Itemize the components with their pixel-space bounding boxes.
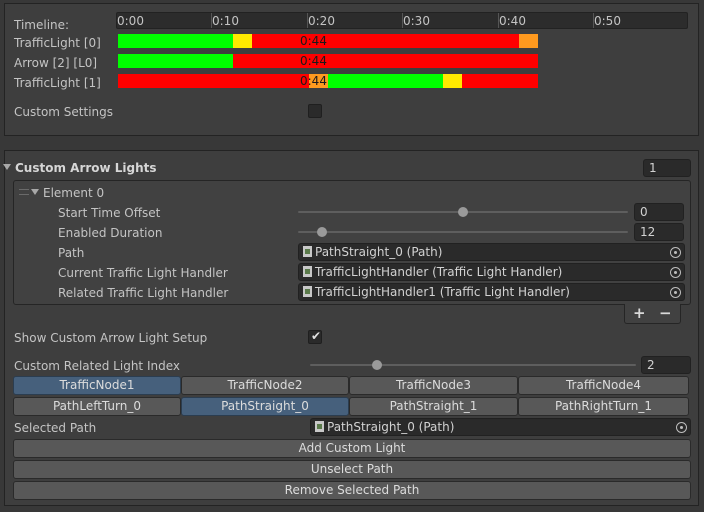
enabled-duration-slider-track[interactable]	[298, 231, 628, 233]
tick-divider	[402, 13, 403, 28]
object-picker-icon[interactable]	[670, 247, 681, 258]
track-bar-trafficlight-0[interactable]: 0:44	[118, 34, 538, 48]
drag-handle-icon[interactable]	[19, 189, 29, 195]
current-handler-label: Current Traffic Light Handler	[58, 266, 228, 280]
node-button-1[interactable]: TrafficNode1	[13, 376, 181, 395]
path-object-field[interactable]: PathStraight_0 (Path)	[298, 243, 685, 261]
related-handler-label: Related Traffic Light Handler	[58, 286, 229, 300]
add-element-icon[interactable]: +	[633, 305, 646, 321]
path-asset-icon	[315, 421, 324, 432]
path-button-straight-1[interactable]: PathStraight_1	[349, 397, 518, 416]
node-button-2[interactable]: TrafficNode2	[181, 376, 349, 395]
track-label-trafficlight-0: TrafficLight [0]	[14, 36, 101, 50]
green-segment	[118, 54, 233, 68]
related-handler-value: TrafficLightHandler1 (Traffic Light Hand…	[315, 285, 570, 299]
object-picker-icon[interactable]	[670, 267, 681, 278]
selected-path-label: Selected Path	[14, 421, 97, 435]
handler-asset-icon	[303, 266, 312, 277]
timeline-tick-1: 0:10	[212, 14, 239, 28]
yellow-segment	[233, 34, 252, 48]
show-setup-label: Show Custom Arrow Light Setup	[14, 331, 208, 345]
node-button-4[interactable]: TrafficNode4	[518, 376, 689, 395]
enabled-duration-slider-thumb[interactable]	[317, 227, 327, 237]
playhead-time: 0:44	[300, 74, 327, 88]
red-segment	[118, 74, 309, 88]
add-custom-light-button[interactable]: Add Custom Light	[13, 439, 691, 458]
unselect-path-button[interactable]: Unselect Path	[13, 460, 691, 479]
start-time-offset-slider-thumb[interactable]	[458, 207, 468, 217]
arrow-lights-count-field[interactable]: 1	[643, 159, 691, 177]
arrow-lights-title[interactable]: Custom Arrow Lights	[15, 160, 157, 176]
remove-element-icon[interactable]: −	[659, 305, 672, 321]
tick-divider	[593, 13, 594, 28]
enabled-duration-field[interactable]: 12	[634, 223, 684, 241]
tick-divider	[211, 13, 212, 28]
playhead-time: 0:44	[300, 34, 327, 48]
selected-path-value: PathStraight_0 (Path)	[327, 420, 455, 434]
timeline-tick-3: 0:30	[403, 14, 430, 28]
path-button-right-turn-1[interactable]: PathRightTurn_1	[518, 397, 689, 416]
path-button-straight-0[interactable]: PathStraight_0	[181, 397, 349, 416]
object-picker-icon[interactable]	[676, 422, 687, 433]
timeline-tick-2: 0:20	[308, 14, 335, 28]
red-segment	[252, 34, 519, 48]
red-segment	[462, 74, 538, 88]
custom-settings-label: Custom Settings	[14, 105, 114, 119]
handler-asset-icon	[303, 286, 312, 297]
playhead-time: 0:44	[300, 54, 327, 68]
object-picker-icon[interactable]	[670, 287, 681, 298]
node-button-3[interactable]: TrafficNode3	[349, 376, 518, 395]
element-title[interactable]: Element 0	[43, 185, 104, 201]
tick-divider	[498, 13, 499, 28]
related-index-label: Custom Related Light Index	[14, 359, 180, 373]
current-handler-object-field[interactable]: TrafficLightHandler (Traffic Light Handl…	[298, 263, 685, 281]
path-asset-icon	[303, 246, 312, 257]
related-index-field[interactable]: 2	[641, 356, 691, 374]
start-time-offset-label: Start Time Offset	[58, 206, 161, 220]
track-label-arrow-2: Arrow [2] [L0]	[14, 56, 98, 70]
related-handler-object-field[interactable]: TrafficLightHandler1 (Traffic Light Hand…	[298, 283, 685, 301]
path-label: Path	[58, 246, 85, 260]
track-bar-arrow-2[interactable]: 0:44	[118, 54, 538, 68]
checkmark-icon: ✔	[311, 329, 322, 343]
path-button-left-turn-0[interactable]: PathLeftTurn_0	[13, 397, 181, 416]
timeline-label: Timeline:	[14, 18, 70, 32]
show-setup-checkbox[interactable]: ✔	[308, 329, 322, 344]
timeline-tick-5: 0:50	[594, 14, 621, 28]
timeline-tick-4: 0:40	[499, 14, 526, 28]
timeline-tick-0: 0:00	[117, 14, 144, 28]
timeline-ruler: 0:00 0:10 0:20 0:30 0:40 0:50	[116, 12, 688, 29]
red-segment	[233, 54, 538, 68]
tick-divider	[307, 13, 308, 28]
current-handler-value: TrafficLightHandler (Traffic Light Handl…	[315, 265, 563, 279]
selected-path-object-field[interactable]: PathStraight_0 (Path)	[310, 418, 691, 436]
enabled-duration-label: Enabled Duration	[58, 226, 163, 240]
yellow-segment	[443, 74, 462, 88]
start-time-offset-field[interactable]: 0	[634, 203, 684, 221]
track-bar-trafficlight-1[interactable]: 0:44	[118, 74, 538, 88]
custom-settings-checkbox[interactable]	[308, 104, 322, 118]
related-index-slider-track[interactable]	[310, 364, 636, 366]
related-index-slider-thumb[interactable]	[372, 360, 382, 370]
path-value: PathStraight_0 (Path)	[315, 245, 443, 259]
element-foldout-icon[interactable]	[31, 189, 39, 195]
orange-segment	[519, 34, 538, 48]
green-segment	[328, 74, 443, 88]
remove-selected-path-button[interactable]: Remove Selected Path	[13, 481, 691, 500]
foldout-arrow-icon[interactable]	[3, 164, 11, 170]
green-segment	[118, 34, 233, 48]
track-label-trafficlight-1: TrafficLight [1]	[14, 76, 101, 90]
